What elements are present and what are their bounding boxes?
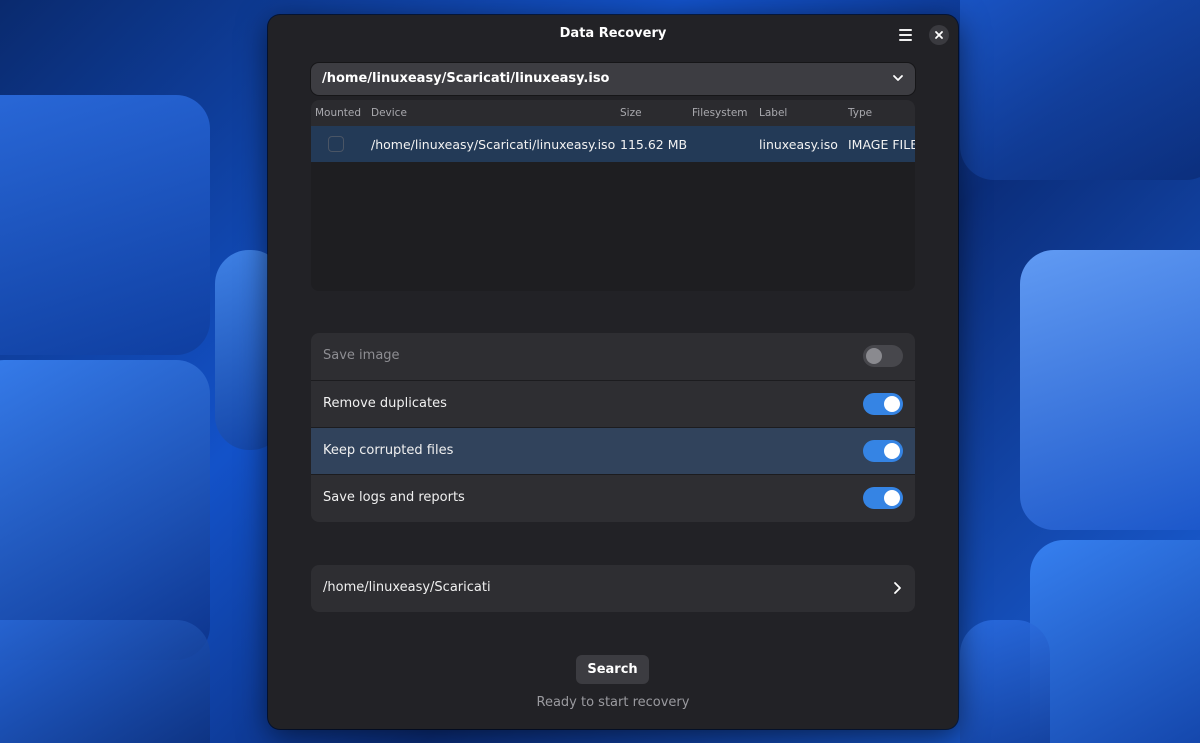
options-list: Save image Remove duplicates Keep corrup…	[311, 333, 915, 522]
save-image-toggle[interactable]	[863, 345, 903, 367]
chevron-right-icon	[894, 582, 901, 594]
column-header-type[interactable]: Type	[848, 107, 872, 119]
remove-duplicates-toggle[interactable]	[863, 393, 903, 415]
option-remove-duplicates[interactable]: Remove duplicates	[311, 380, 915, 427]
column-header-label[interactable]: Label	[759, 107, 787, 119]
column-header-filesystem[interactable]: Filesystem	[692, 107, 748, 119]
hamburger-menu-icon[interactable]	[894, 25, 916, 45]
close-icon	[935, 31, 943, 39]
column-header-mounted[interactable]: Mounted	[315, 107, 361, 119]
destination-path: /home/linuxeasy/Scaricati	[323, 580, 491, 595]
chevron-down-icon	[893, 75, 903, 81]
table-header: Mounted Device Size Filesystem Label Typ…	[311, 100, 915, 126]
status-text: Ready to start recovery	[536, 695, 690, 710]
column-header-device[interactable]: Device	[371, 107, 407, 119]
keep-corrupted-files-toggle[interactable]	[863, 440, 903, 462]
option-label: Save image	[323, 348, 400, 363]
option-save-image: Save image	[311, 333, 915, 380]
device-table: Mounted Device Size Filesystem Label Typ…	[311, 100, 915, 291]
option-label: Keep corrupted files	[323, 443, 454, 458]
search-button[interactable]: Search	[576, 655, 649, 684]
option-label: Remove duplicates	[323, 396, 447, 411]
column-header-size[interactable]: Size	[620, 107, 642, 119]
title-bar: Data Recovery	[268, 15, 958, 55]
mounted-checkbox[interactable]	[328, 136, 344, 152]
close-button[interactable]	[929, 25, 949, 45]
option-save-logs-and-reports[interactable]: Save logs and reports	[311, 474, 915, 522]
window-title: Data Recovery	[559, 26, 667, 41]
destination-folder-row[interactable]: /home/linuxeasy/Scaricati	[311, 565, 915, 612]
size-cell: 115.62 MB	[620, 137, 688, 152]
save-logs-and-reports-toggle[interactable]	[863, 487, 903, 509]
device-dropdown-value: /home/linuxeasy/Scaricati/linuxeasy.iso	[322, 71, 610, 86]
option-label: Save logs and reports	[323, 490, 465, 505]
data-recovery-window: Data Recovery /home/linuxeasy/Scaricati/…	[268, 15, 958, 729]
type-cell: IMAGE FILE	[848, 137, 915, 152]
device-cell: /home/linuxeasy/Scaricati/linuxeasy.iso	[371, 137, 616, 152]
label-cell: linuxeasy.iso	[759, 137, 838, 152]
option-keep-corrupted-files[interactable]: Keep corrupted files	[311, 427, 915, 474]
device-dropdown[interactable]: /home/linuxeasy/Scaricati/linuxeasy.iso	[311, 63, 915, 95]
table-row[interactable]: /home/linuxeasy/Scaricati/linuxeasy.iso …	[311, 126, 915, 162]
